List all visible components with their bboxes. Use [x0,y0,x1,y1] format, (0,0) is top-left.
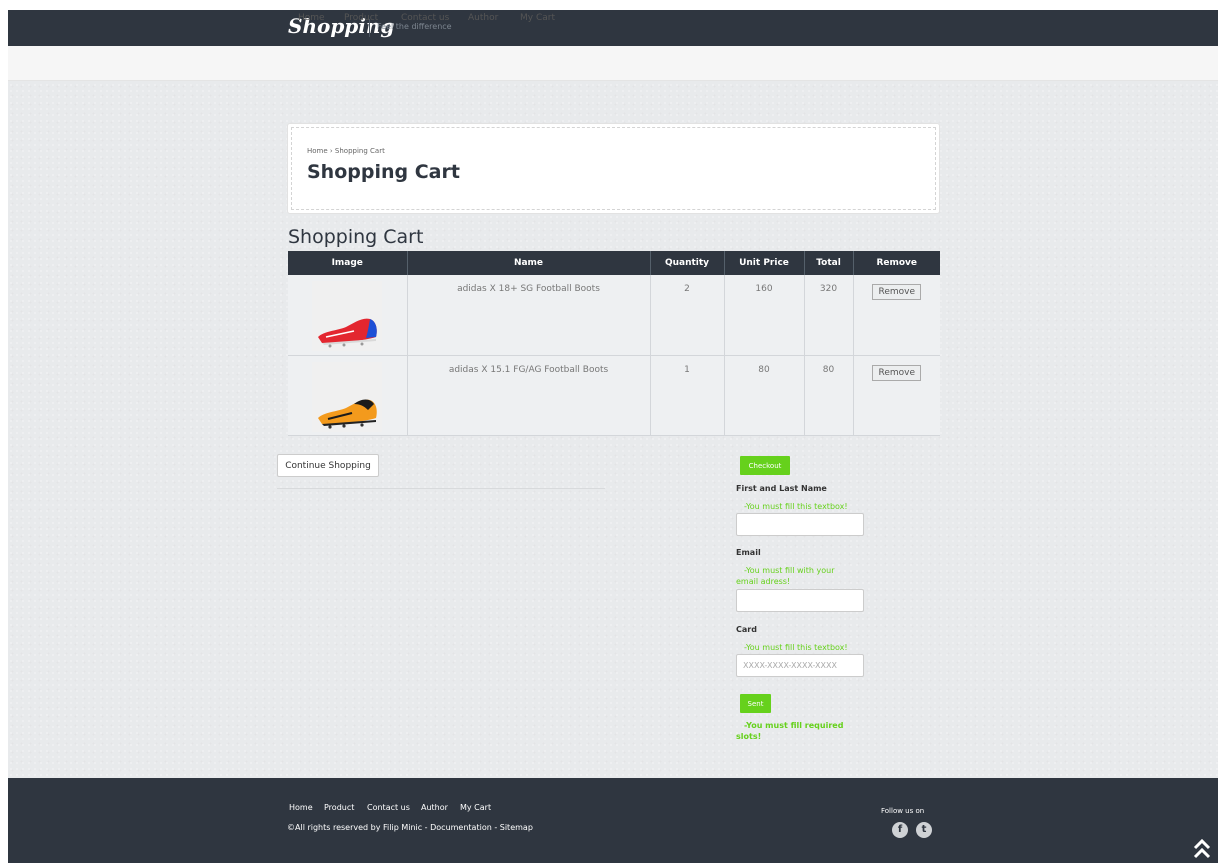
double-chevron-up-icon[interactable] [1193,838,1211,860]
nav-product[interactable]: Product [344,13,378,23]
product-quantity: 2 [650,275,725,356]
nav-contact-us[interactable]: Contact us [401,13,449,23]
twitter-icon[interactable]: t [916,822,932,838]
checkout-button[interactable]: Checkout [740,456,790,475]
name-warning: -You must fill this textbox! [744,502,848,511]
footer [8,778,1218,863]
divider [277,488,605,489]
column-header-image: Image [288,251,408,275]
column-header-unit-price: Unit Price [724,251,805,275]
email-warning: -You must fill with your email adress! [736,566,835,586]
cart-header-row: Image Name Quantity Unit Price Total Rem… [288,251,940,275]
nav-author[interactable]: Author [468,13,498,23]
product-image-cell [288,275,408,356]
site-tagline: Feel the difference [377,22,452,31]
red-football-boot-image[interactable] [312,281,383,351]
product-total: 320 [804,275,854,356]
email-label: Email [736,548,761,557]
product-image-cell [288,355,408,436]
column-header-quantity: Quantity [650,251,725,275]
remove-cell: Remove [853,275,940,356]
footer-link-product[interactable]: Product [324,803,354,812]
column-header-name: Name [407,251,651,275]
cart-table: Image Name Quantity Unit Price Total Rem… [288,251,940,436]
top-header [8,10,1218,46]
product-unit-price: 80 [724,355,805,436]
title-panel: Home › Shopping Cart Shopping Cart [287,123,940,214]
follow-us-label: Follow us on [881,807,925,815]
orange-football-boot-image[interactable] [312,361,383,432]
card-field[interactable] [736,654,864,677]
form-warning: -You must fill required slots! [736,721,844,741]
column-header-remove: Remove [853,251,940,275]
send-button[interactable]: Sent [740,694,771,713]
product-quantity: 1 [650,355,725,436]
copyright: ©All rights reserved by Filip Minic - Do… [287,823,533,832]
title-panel-border: Home › Shopping Cart Shopping Cart [291,127,936,210]
continue-shopping-button[interactable]: Continue Shopping [277,454,379,477]
card-warning: -You must fill this textbox! [744,643,848,652]
name-field[interactable] [736,513,864,536]
remove-cell: Remove [853,355,940,436]
table-row: adidas X 18+ SG Football Boots 2 160 320… [288,275,940,356]
table-row: adidas X 15.1 FG/AG Football Boots 1 80 … [288,355,940,436]
column-header-total: Total [804,251,854,275]
remove-button[interactable]: Remove [872,284,922,300]
product-name: adidas X 18+ SG Football Boots [407,275,651,356]
product-total: 80 [804,355,854,436]
footer-link-contact-us[interactable]: Contact us [367,803,410,812]
remove-button[interactable]: Remove [872,364,922,381]
breadcrumb[interactable]: Home › Shopping Cart [307,147,385,155]
main-nav [8,46,1218,81]
orange-football-boot-icon [318,399,377,429]
footer-link-my-cart[interactable]: My Cart [460,803,491,812]
card-label: Card [736,625,757,634]
nav-home[interactable]: Home [298,13,325,23]
product-name: adidas X 15.1 FG/AG Football Boots [407,355,651,436]
nav-my-cart[interactable]: My Cart [520,13,555,23]
email-field[interactable] [736,589,864,612]
product-unit-price: 160 [724,275,805,356]
facebook-icon[interactable]: f [892,822,908,838]
cart-heading: Shopping Cart [288,226,424,248]
red-football-boot-icon [318,318,377,348]
footer-link-home[interactable]: Home [289,803,313,812]
footer-link-author[interactable]: Author [421,803,448,812]
page-title: Shopping Cart [307,161,460,183]
name-label: First and Last Name [736,484,827,493]
